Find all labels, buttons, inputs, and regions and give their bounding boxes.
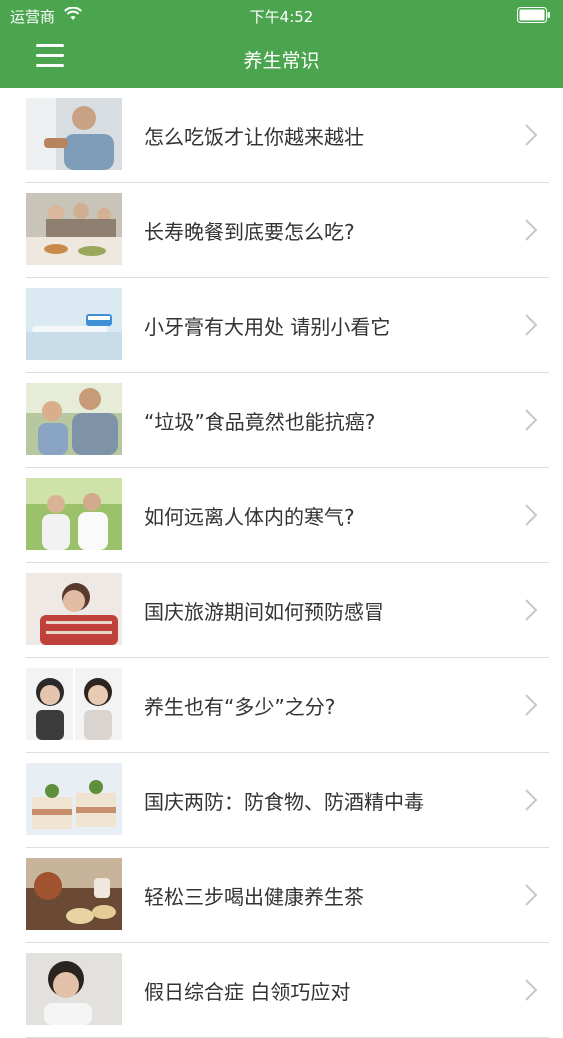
list-item[interactable]: 国庆两防：防食物、防酒精中毒 — [26, 753, 549, 848]
article-thumbnail — [26, 288, 122, 360]
article-title: 长寿晚餐到底要怎么吃? — [144, 220, 355, 244]
article-title: 小牙膏有大用处 请别小看它 — [144, 315, 391, 339]
article-title: “垃圾”食品竟然也能抗癌? — [144, 410, 376, 434]
list-item[interactable]: “垃圾”食品竟然也能抗癌? — [26, 373, 549, 468]
article-title: 国庆两防：防食物、防酒精中毒 — [144, 790, 424, 814]
article-thumbnail — [26, 193, 122, 265]
list-item[interactable]: 如何远离人体内的寒气? — [26, 468, 549, 563]
article-thumbnail — [26, 763, 122, 835]
article-title: 怎么吃饭才让你越来越壮 — [144, 125, 364, 149]
status-bar: 运营商 下午4:52 — [0, 0, 563, 30]
chevron-right-icon — [525, 694, 537, 716]
list-item[interactable]: 国庆旅游期间如何预防感冒 — [26, 563, 549, 658]
chevron-right-icon — [525, 409, 537, 431]
article-thumbnail — [26, 383, 122, 455]
status-time: 下午4:52 — [249, 8, 314, 26]
list-item[interactable]: 怎么吃饭才让你越来越壮 — [26, 88, 549, 183]
chevron-right-icon — [525, 789, 537, 811]
navigation-bar: 养生常识 — [0, 30, 563, 88]
article-thumbnail — [26, 858, 122, 930]
list-item[interactable]: 长寿晚餐到底要怎么吃? — [26, 183, 549, 278]
article-thumbnail — [26, 668, 122, 740]
article-thumbnail — [26, 98, 122, 170]
article-title: 养生也有“多少”之分? — [144, 695, 336, 719]
chevron-right-icon — [525, 314, 537, 336]
article-thumbnail — [26, 573, 122, 645]
chevron-right-icon — [525, 884, 537, 906]
article-title: 轻松三步喝出健康养生茶 — [144, 885, 364, 909]
chevron-right-icon — [525, 979, 537, 1001]
chevron-right-icon — [525, 124, 537, 146]
list-item[interactable]: 轻松三步喝出健康养生茶 — [26, 848, 549, 943]
article-list: 怎么吃饭才让你越来越壮 长寿晚餐到底要怎么吃? 小牙膏有大用处 请别小看它 “垃… — [0, 88, 563, 1038]
article-title: 如何远离人体内的寒气? — [144, 505, 355, 529]
chevron-right-icon — [525, 219, 537, 241]
chevron-right-icon — [525, 504, 537, 526]
chevron-right-icon — [525, 599, 537, 621]
list-item[interactable]: 假日综合症 白领巧应对 — [26, 943, 549, 1038]
list-item[interactable]: 小牙膏有大用处 请别小看它 — [26, 278, 549, 373]
article-thumbnail — [26, 953, 122, 1025]
article-title: 国庆旅游期间如何预防感冒 — [144, 600, 384, 624]
page-title: 养生常识 — [243, 50, 320, 72]
article-title: 假日综合症 白领巧应对 — [144, 980, 351, 1004]
battery-icon — [517, 7, 550, 23]
list-item[interactable]: 养生也有“多少”之分? — [26, 658, 549, 753]
article-thumbnail — [26, 478, 122, 550]
top-bar: 运营商 下午4:52 养生常识 — [0, 0, 563, 88]
